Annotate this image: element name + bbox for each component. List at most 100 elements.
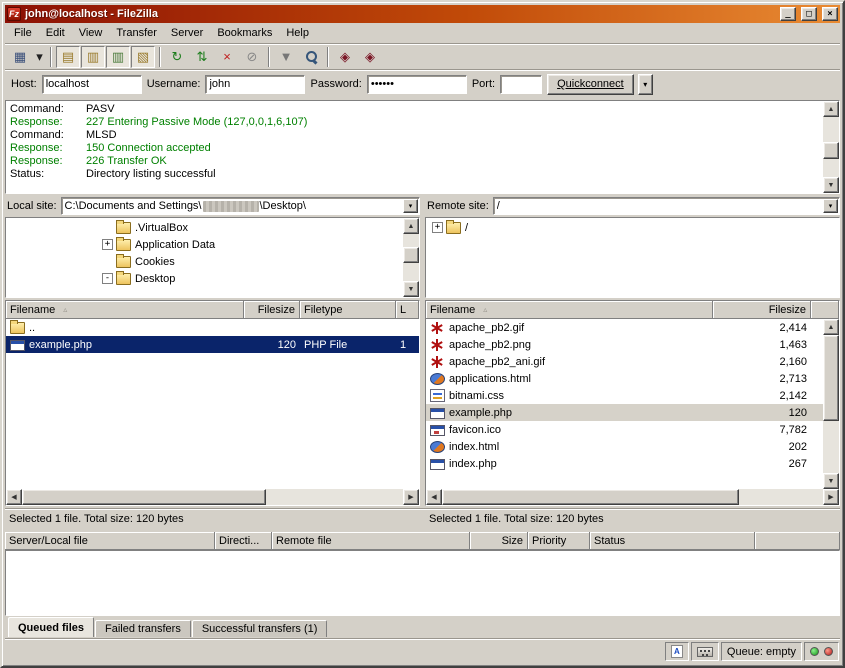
column-header-filename[interactable]: Filename▵ <box>426 301 713 319</box>
expander-icon[interactable] <box>102 256 113 267</box>
compare-button[interactable]: ◈ <box>333 46 357 68</box>
find-button[interactable] <box>299 46 323 68</box>
menu-help[interactable]: Help <box>279 24 316 42</box>
remote-vscrollbar[interactable]: ▲ ▼ <box>823 319 839 489</box>
expander-icon[interactable]: + <box>432 222 443 233</box>
scroll-thumb[interactable] <box>403 247 419 263</box>
file-row[interactable]: example.php 120 PHP File 1 <box>6 336 419 353</box>
remote-hscrollbar[interactable]: ◀ ▶ <box>426 489 839 505</box>
disconnect-button[interactable]: ⊘ <box>240 46 264 68</box>
scroll-right-icon[interactable]: ▶ <box>403 489 419 505</box>
filter-button[interactable]: ▼ <box>274 46 298 68</box>
log-scrollbar[interactable]: ▲ ▼ <box>823 101 839 193</box>
site-manager-button[interactable]: ▦ <box>8 46 32 68</box>
toggle-log-button[interactable]: ▤ <box>56 46 80 68</box>
titlebar[interactable]: Fz john@localhost - FileZilla _ □ × <box>5 5 840 23</box>
menu-view[interactable]: View <box>72 24 110 42</box>
refresh-button[interactable]: ↻ <box>165 46 189 68</box>
queue-column-header[interactable]: Remote file <box>272 532 470 550</box>
local-hscrollbar[interactable]: ◀ ▶ <box>6 489 419 505</box>
toolbar-icon: ⇅ <box>197 50 208 63</box>
tab-queued-files[interactable]: Queued files <box>8 617 94 637</box>
local-site-dropdown[interactable]: ▾ <box>403 199 418 213</box>
expander-icon[interactable]: + <box>102 239 113 250</box>
tree-item[interactable]: - Desktop <box>6 270 403 287</box>
scroll-up-icon[interactable]: ▲ <box>823 101 839 117</box>
file-row[interactable]: index.html 202 <box>426 438 823 455</box>
scroll-track[interactable] <box>442 489 823 505</box>
menu-transfer[interactable]: Transfer <box>109 24 164 42</box>
scroll-left-icon[interactable]: ◀ <box>426 489 442 505</box>
toggle-queue-button[interactable]: ▧ <box>131 46 155 68</box>
queue-column-header[interactable]: Size <box>470 532 528 550</box>
local-selection-status: Selected 1 file. Total size: 120 bytes <box>5 513 420 525</box>
scroll-down-icon[interactable]: ▼ <box>823 473 839 489</box>
scroll-thumb[interactable] <box>823 142 839 159</box>
local-site-combo[interactable]: C:\Documents and Settings\\Desktop\ ▾ <box>61 197 420 215</box>
column-header-filesize[interactable]: Filesize <box>713 301 811 319</box>
queue-column-header[interactable]: Status <box>590 532 755 550</box>
scroll-thumb[interactable] <box>22 489 266 505</box>
tree-item[interactable]: + Application Data <box>6 236 403 253</box>
quickconnect-dropdown[interactable]: ▾ <box>638 74 653 95</box>
menu-bookmarks[interactable]: Bookmarks <box>210 24 279 42</box>
scroll-down-icon[interactable]: ▼ <box>823 177 839 193</box>
site-manager-dropdown[interactable]: ▾ <box>33 46 46 68</box>
queue-column-header[interactable] <box>755 532 840 550</box>
tree-item[interactable]: + / <box>426 219 839 236</box>
window-title: john@localhost - FileZilla <box>24 8 775 20</box>
process-queue-button[interactable]: ⇅ <box>190 46 214 68</box>
close-button[interactable]: × <box>822 7 838 21</box>
quickconnect-button[interactable]: Quickconnect <box>547 74 634 95</box>
remote-site-combo[interactable]: / ▾ <box>493 197 840 215</box>
tree-item[interactable]: Cookies <box>6 253 403 270</box>
username-input[interactable] <box>205 75 305 94</box>
scroll-down-icon[interactable]: ▼ <box>403 281 419 297</box>
host-input[interactable] <box>42 75 142 94</box>
file-row[interactable]: bitnami.css 2,142 <box>426 387 823 404</box>
queue-column-header[interactable]: Server/Local file <box>5 532 215 550</box>
file-row[interactable]: applications.html 2,713 <box>426 370 823 387</box>
scroll-track[interactable] <box>823 335 839 473</box>
expander-icon[interactable] <box>102 222 113 233</box>
file-row[interactable]: favicon.ico 7,782 <box>426 421 823 438</box>
column-header-last-modified[interactable]: L <box>396 301 419 319</box>
file-row[interactable]: example.php 120 <box>426 404 823 421</box>
file-row[interactable]: apache_pb2.gif 2,414 <box>426 319 823 336</box>
sync-browsing-button[interactable]: ◈ <box>358 46 382 68</box>
scroll-track[interactable] <box>403 234 419 281</box>
toggle-local-tree-button[interactable]: ▥ <box>81 46 105 68</box>
file-row[interactable]: .. <box>6 319 419 336</box>
column-header-filetype[interactable]: Filetype <box>300 301 396 319</box>
tree-item[interactable]: .VirtualBox <box>6 219 403 236</box>
password-input[interactable] <box>367 75 467 94</box>
file-row[interactable]: apache_pb2_ani.gif 2,160 <box>426 353 823 370</box>
queue-column-header[interactable]: Priority <box>528 532 590 550</box>
menu-server[interactable]: Server <box>164 24 210 42</box>
scroll-track[interactable] <box>823 117 839 177</box>
column-header-filesize[interactable]: Filesize <box>244 301 300 319</box>
expander-icon[interactable]: - <box>102 273 113 284</box>
menu-edit[interactable]: Edit <box>39 24 72 42</box>
scroll-thumb[interactable] <box>823 335 839 421</box>
scroll-right-icon[interactable]: ▶ <box>823 489 839 505</box>
file-row[interactable]: index.php 267 <box>426 455 823 472</box>
remote-site-dropdown[interactable]: ▾ <box>823 199 838 213</box>
scroll-left-icon[interactable]: ◀ <box>6 489 22 505</box>
toggle-remote-tree-button[interactable]: ▥ <box>106 46 130 68</box>
port-input[interactable] <box>500 75 542 94</box>
tab-successful-transfers[interactable]: Successful transfers (1) <box>192 620 328 637</box>
scroll-track[interactable] <box>22 489 403 505</box>
scroll-thumb[interactable] <box>442 489 739 505</box>
file-row[interactable]: apache_pb2.png 1,463 <box>426 336 823 353</box>
column-header-filename[interactable]: Filename▵ <box>6 301 244 319</box>
minimize-button[interactable]: _ <box>780 7 796 21</box>
scroll-up-icon[interactable]: ▲ <box>403 218 419 234</box>
local-tree-scrollbar[interactable]: ▲ ▼ <box>403 218 419 297</box>
tab-failed-transfers[interactable]: Failed transfers <box>95 620 191 637</box>
queue-column-header[interactable]: Directi... <box>215 532 272 550</box>
cancel-button[interactable]: × <box>215 46 239 68</box>
maximize-button[interactable]: □ <box>801 7 817 21</box>
menu-file[interactable]: File <box>7 24 39 42</box>
scroll-up-icon[interactable]: ▲ <box>823 319 839 335</box>
